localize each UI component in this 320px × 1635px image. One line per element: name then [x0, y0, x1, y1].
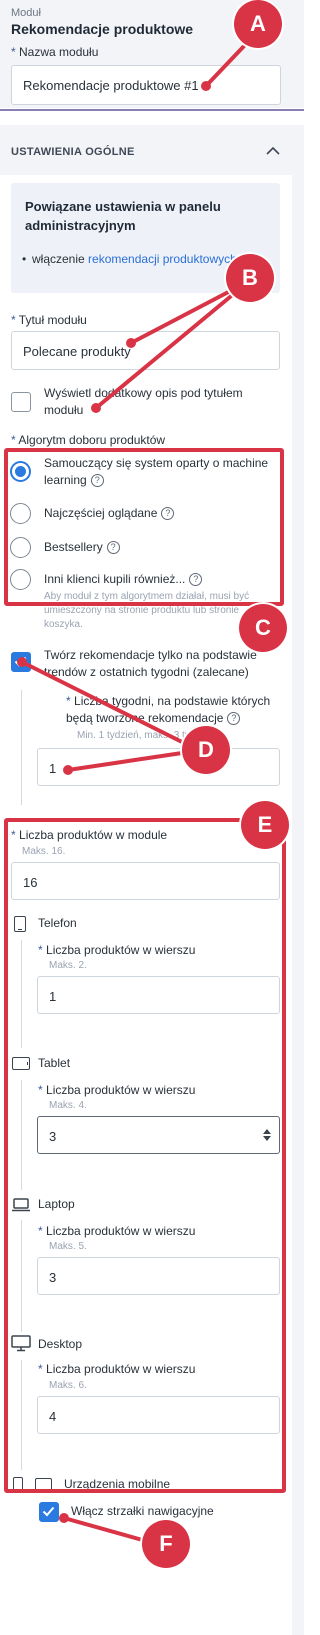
annotation-badge-e: E	[241, 801, 289, 849]
annotation-badge-f: F	[142, 1520, 190, 1568]
annotation-badge-a: A	[234, 0, 282, 48]
annotation-badge-b: B	[226, 254, 274, 302]
annotation-badge-c: C	[239, 604, 287, 652]
annotation-badge-d: D	[182, 726, 230, 774]
